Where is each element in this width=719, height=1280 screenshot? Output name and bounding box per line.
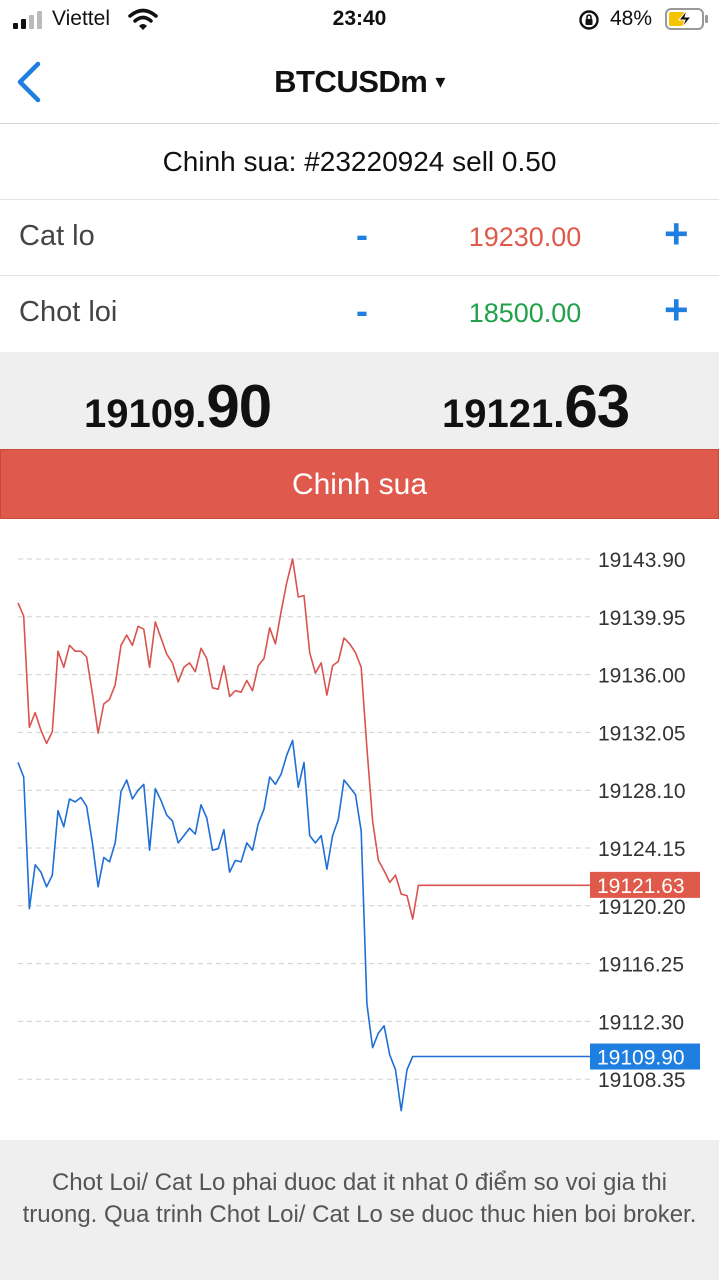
ask-price-tag: 19121.63 xyxy=(597,875,685,898)
chevron-down-icon: ▾ xyxy=(435,71,445,93)
y-tick-label: 19128.10 xyxy=(598,780,686,803)
bid-price-line xyxy=(17,739,590,1112)
y-tick-label: 19139.95 xyxy=(598,607,686,630)
take-profit-increase-button[interactable]: + xyxy=(664,286,689,334)
take-profit-label: Chot loi xyxy=(19,296,118,328)
rotation-lock-icon xyxy=(579,10,599,30)
footer-note: Chot Loi/ Cat Lo phai duoc dat it nhat 0… xyxy=(0,1140,719,1280)
y-tick-label: 19124.15 xyxy=(598,838,686,861)
stop-loss-label: Cat lo xyxy=(19,220,95,252)
price-chart-svg: 19143.90 19139.95 19136.00 19132.05 19128.10… xyxy=(17,549,700,1112)
y-tick-label: 19143.90 xyxy=(598,549,686,572)
y-tick-label: 19120.20 xyxy=(598,896,686,919)
y-tick-label: 19132.05 xyxy=(598,722,686,745)
stop-loss-increase-button[interactable]: + xyxy=(664,210,689,258)
take-profit-decrease-button[interactable]: - xyxy=(356,290,368,332)
ask-price-big: 63 xyxy=(564,373,630,440)
ask-price-main: 19121. xyxy=(442,392,565,436)
y-tick-label: 19108.35 xyxy=(598,1069,686,1092)
bid-price-main: 19109. xyxy=(84,392,207,436)
bid-price-tag: 19109.90 xyxy=(597,1047,685,1070)
bid-price: 19109.90 xyxy=(84,372,272,441)
take-profit-input[interactable]: 18500.00 xyxy=(420,298,630,329)
bid-price-big: 90 xyxy=(206,373,272,440)
take-profit-row: Chot loi - 18500.00 + xyxy=(0,276,719,352)
status-bar: Viettel 23:40 48% xyxy=(0,0,719,40)
quotes-panel: 19109.90 19121.63 xyxy=(0,352,719,449)
price-chart: 19143.90 19139.95 19136.00 19132.05 19128.10… xyxy=(0,520,719,1140)
symbol-selector[interactable]: BTCUSDm ▾ xyxy=(0,64,719,100)
ask-price: 19121.63 xyxy=(442,372,630,441)
stop-loss-input[interactable]: 19230.00 xyxy=(420,222,630,253)
modify-order-button[interactable]: Chinh sua xyxy=(0,449,719,519)
ask-price-line xyxy=(17,558,590,920)
symbol-name: BTCUSDm xyxy=(274,64,428,99)
stop-loss-decrease-button[interactable]: - xyxy=(356,214,368,256)
nav-bar: BTCUSDm ▾ xyxy=(0,40,719,124)
order-title: Chinh sua: #23220924 sell 0.50 xyxy=(0,124,719,200)
y-tick-label: 19136.00 xyxy=(598,665,686,688)
y-tick-label: 19112.30 xyxy=(598,1011,684,1034)
y-tick-label: 19116.25 xyxy=(598,954,684,977)
battery-charging-icon xyxy=(665,8,708,30)
stop-loss-row: Cat lo - 19230.00 + xyxy=(0,200,719,276)
battery-percent: 48% xyxy=(610,7,653,30)
